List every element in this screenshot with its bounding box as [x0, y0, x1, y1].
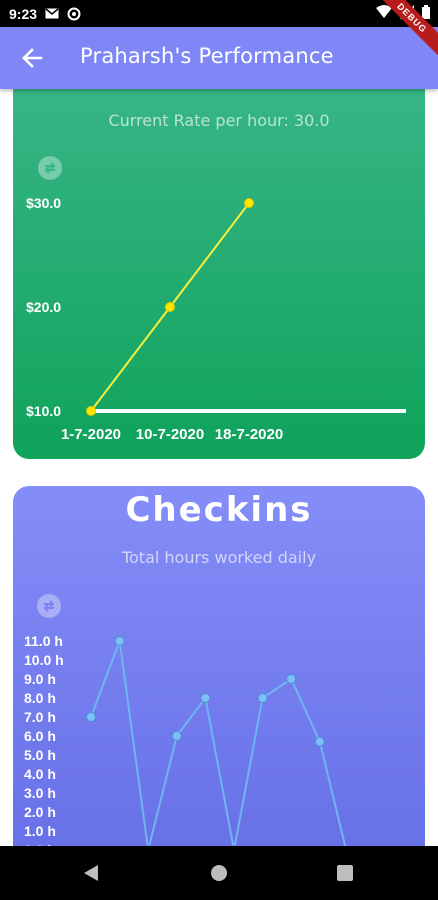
- status-time: 9:23: [9, 5, 38, 22]
- rate-data-point: [86, 406, 96, 416]
- arrow-left-icon: [22, 48, 43, 68]
- rate-card: g Current Rate per hour: 30.0 $10.0$20.0…: [13, 89, 425, 459]
- back-button[interactable]: [18, 44, 46, 72]
- checkins-data-point: [171, 731, 182, 741]
- y-tick-label: 3.0 h: [24, 785, 56, 801]
- x-tick-label: 18-7-2020: [215, 426, 283, 443]
- rate-chart: $10.0 $20.0 $30.0 1-7-2020 10-7-2020 18-7-202…: [26, 195, 406, 443]
- y-tick-label: $10.0: [26, 403, 61, 419]
- performance-content[interactable]: g Current Rate per hour: 30.0 $10.0$20.0…: [0, 89, 438, 846]
- nav-home-button[interactable]: [210, 864, 228, 886]
- y-tick-label: 10.0 h: [24, 652, 64, 668]
- circle-home-icon: [211, 865, 227, 881]
- y-tick-label: 1.0 h: [24, 823, 56, 839]
- nav-back-button[interactable]: [82, 863, 100, 887]
- square-recents-icon: [337, 865, 353, 881]
- y-tick-label: $30.0: [26, 195, 61, 211]
- checkins-chart: 11.0 h 10.0 h 9.0 h 8.0 h 7.0 h 6.0 h 5.0 h 4.0…: [24, 633, 347, 846]
- y-tick-label: 5.0 h: [24, 747, 56, 763]
- checkins-data-point: [257, 693, 268, 703]
- triangle-back-icon: [84, 865, 98, 881]
- y-tick-label: 9.0 h: [24, 671, 56, 687]
- app-bar: Praharsh's Performance: [0, 27, 438, 89]
- nav-recents-button[interactable]: [337, 865, 353, 885]
- checkins-data-point: [86, 712, 96, 722]
- x-tick-label: 1-7-2020: [61, 426, 121, 443]
- checkins-card: Checkins Total hours worked daily 11.0 h…: [13, 486, 425, 846]
- y-tick-label: 2.0 h: [24, 804, 56, 820]
- y-tick-label: $20.0: [26, 299, 61, 315]
- page-title: Praharsh's Performance: [80, 44, 334, 68]
- checkins-data-point: [200, 693, 211, 703]
- navigation-bar: [0, 846, 438, 900]
- y-tick-label: 11.0 h: [24, 633, 63, 649]
- y-tick-label: 8.0 h: [24, 690, 56, 706]
- rate-data-point: [244, 198, 254, 208]
- rate-data-point: [165, 302, 175, 312]
- checkins-data-point: [114, 636, 125, 646]
- at-sign-icon: [67, 7, 81, 21]
- y-tick-label: 4.0 h: [24, 766, 56, 782]
- x-tick-label: 10-7-2020: [136, 426, 204, 443]
- y-tick-label: 6.0 h: [24, 728, 56, 744]
- checkins-data-point: [286, 674, 297, 684]
- mail-icon: [45, 8, 59, 19]
- checkins-data-point: [314, 736, 325, 747]
- checkins-series-line: [90, 640, 347, 846]
- status-bar: 9:23: [0, 0, 438, 27]
- y-tick-label: 7.0 h: [24, 709, 56, 725]
